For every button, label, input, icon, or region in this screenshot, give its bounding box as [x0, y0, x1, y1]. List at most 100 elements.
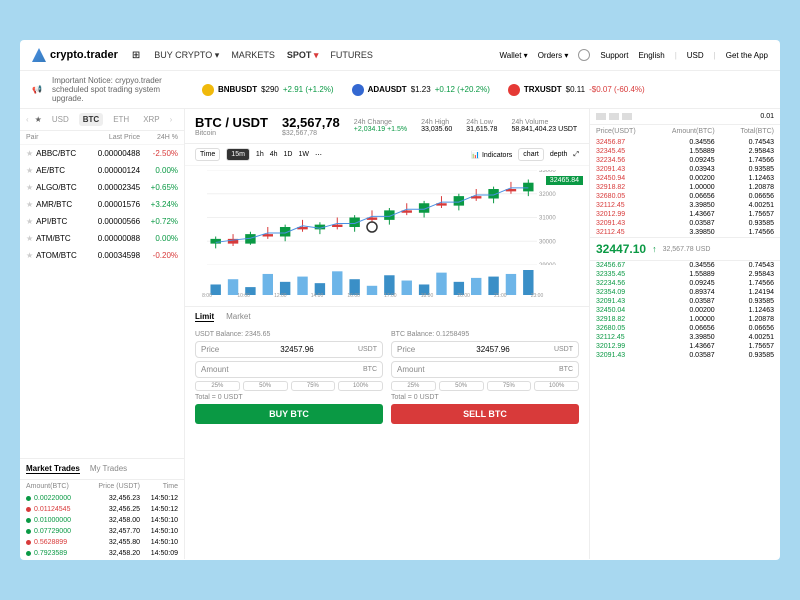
ask-row[interactable]: 32450.940.002001.12463	[590, 174, 780, 183]
nav-right: Wallet ▾ Orders ▾ Support English| USD| …	[500, 49, 768, 61]
pct-button[interactable]: 50%	[243, 381, 288, 391]
nav-spot[interactable]: SPOT ▾	[287, 50, 319, 61]
mode-chart[interactable]: chart	[518, 148, 544, 161]
mode-depth[interactable]: depth	[550, 151, 568, 158]
ask-row[interactable]: 32456.870.345560.74543	[590, 138, 780, 147]
tab-market-trades[interactable]: Market Trades	[26, 464, 80, 474]
pct-button[interactable]: 25%	[195, 381, 240, 391]
nav-markets[interactable]: MARKETS	[231, 50, 275, 61]
tab-eth[interactable]: ETH	[109, 113, 133, 126]
pct-button[interactable]: 100%	[338, 381, 383, 391]
bid-row[interactable]: 32091.430.035870.93585	[590, 297, 780, 306]
tab-xrp[interactable]: XRP	[139, 113, 163, 126]
ticker-item[interactable]: TRXUSDT $0.11 -$0.07 (-60.4%)	[508, 84, 645, 96]
chart-area[interactable]: 32465.84 2900030000310003200033000 8:001…	[185, 166, 589, 306]
indicators-button[interactable]: 📊 Indicators	[471, 151, 512, 159]
ask-row[interactable]: 32918.821.000001.20878	[590, 183, 780, 192]
pair-row[interactable]: ★AE/BTC0.000001240.00%	[20, 162, 184, 179]
chevron-right-icon[interactable]: ›	[170, 115, 173, 124]
sell-price-input[interactable]: PriceUSDT	[391, 341, 579, 358]
star-icon[interactable]: ★	[26, 234, 33, 243]
precision-select[interactable]: 0.01	[760, 113, 774, 120]
ask-row[interactable]: 32112.453.398501.74566	[590, 228, 780, 237]
ask-row[interactable]: 32012.991.436671.75657	[590, 210, 780, 219]
bid-row[interactable]: 32354.090.893741.24194	[590, 288, 780, 297]
interval-4h[interactable]: 4h	[270, 151, 278, 158]
sell-button[interactable]: SELL BTC	[391, 404, 579, 424]
star-icon[interactable]: ★	[26, 166, 33, 175]
support-link[interactable]: Support	[600, 51, 628, 60]
bid-row[interactable]: 32091.430.035870.93585	[590, 351, 780, 360]
nav-buy-crypto[interactable]: BUY CRYPTO ▾	[154, 50, 219, 61]
orderbook-view-icons[interactable]	[596, 113, 632, 120]
ticker-item[interactable]: BNBUSDT $290 +2.91 (+1.2%)	[202, 84, 334, 96]
pair-row[interactable]: ★ATOM/BTC0.00034598-0.20%	[20, 247, 184, 264]
ask-row[interactable]: 32091.430.039430.93585	[590, 165, 780, 174]
bid-row[interactable]: 32450.040.002001.12463	[590, 306, 780, 315]
pair-row[interactable]: ★AMR/BTC0.00001576+3.24%	[20, 196, 184, 213]
ask-row[interactable]: 32234.560.092451.74566	[590, 156, 780, 165]
col-price[interactable]: Last Price	[83, 134, 140, 141]
tab-usd[interactable]: USD	[48, 113, 73, 126]
buy-amount-input[interactable]: AmountBTC	[195, 361, 383, 378]
orders-menu[interactable]: Orders ▾	[538, 51, 569, 60]
language-select[interactable]: English	[638, 51, 664, 60]
ticker-item[interactable]: ADAUSDT $1.23 +0.12 (+20.2%)	[352, 84, 490, 96]
pct-button[interactable]: 75%	[487, 381, 532, 391]
pct-button[interactable]: 50%	[439, 381, 484, 391]
pct-button[interactable]: 75%	[291, 381, 336, 391]
ask-row[interactable]: 32112.453.398504.00251	[590, 201, 780, 210]
star-icon[interactable]: ★	[26, 200, 33, 209]
currency-select[interactable]: USD	[687, 51, 704, 60]
buy-button[interactable]: BUY BTC	[195, 404, 383, 424]
tab-market[interactable]: Market	[226, 312, 250, 322]
bid-row[interactable]: 32456.670.345560.74543	[590, 261, 780, 270]
chevron-left-icon[interactable]: ‹	[26, 115, 29, 124]
pair-row[interactable]: ★ALGO/BTC0.00002345+0.65%	[20, 179, 184, 196]
logo[interactable]: crypto.trader	[32, 48, 118, 62]
sell-amount-field[interactable]	[432, 365, 559, 374]
buy-amount-field[interactable]	[236, 365, 363, 374]
nav-futures[interactable]: FUTURES	[330, 50, 373, 61]
wallet-menu[interactable]: Wallet ▾	[500, 51, 528, 60]
col-change[interactable]: 24H %	[140, 134, 178, 141]
star-icon[interactable]: ★	[26, 183, 33, 192]
interval-1w[interactable]: 1W	[298, 151, 309, 158]
star-icon[interactable]: ★	[35, 115, 42, 124]
get-app-link[interactable]: Get the App	[726, 51, 768, 60]
more-icon[interactable]: ⋯	[315, 151, 322, 159]
bid-row[interactable]: 32335.451.558892.95843	[590, 270, 780, 279]
star-icon[interactable]: ★	[26, 251, 33, 260]
star-icon[interactable]: ★	[26, 149, 33, 158]
bid-row[interactable]: 32012.991.436671.75657	[590, 342, 780, 351]
buy-price-input[interactable]: PriceUSDT	[195, 341, 383, 358]
user-icon[interactable]	[578, 49, 590, 61]
ask-row[interactable]: 32680.050.066560.06656	[590, 192, 780, 201]
tab-my-trades[interactable]: My Trades	[90, 464, 127, 474]
sell-amount-input[interactable]: AmountBTC	[391, 361, 579, 378]
bid-row[interactable]: 32918.821.000001.20878	[590, 315, 780, 324]
star-icon[interactable]: ★	[26, 217, 33, 226]
interval-1h[interactable]: 1h	[256, 151, 264, 158]
ask-row[interactable]: 32345.451.558892.95843	[590, 147, 780, 156]
col-pair[interactable]: Pair	[26, 134, 83, 141]
buy-price-field[interactable]	[236, 345, 358, 354]
interval-15m[interactable]: 15m	[226, 148, 250, 161]
trades-tabs: Market Trades My Trades	[20, 458, 184, 480]
ask-row[interactable]: 32091.430.035870.93585	[590, 219, 780, 228]
expand-icon[interactable]: ⤢	[573, 151, 579, 159]
bid-row[interactable]: 32112.453.398504.00251	[590, 333, 780, 342]
pair-row[interactable]: ★API/BTC0.00000566+0.72%	[20, 213, 184, 230]
tab-limit[interactable]: Limit	[195, 312, 214, 322]
tab-btc[interactable]: BTC	[79, 113, 103, 126]
pair-row[interactable]: ★ABBC/BTC0.00000488-2.50%	[20, 145, 184, 162]
pct-button[interactable]: 100%	[534, 381, 579, 391]
interval-1d[interactable]: 1D	[284, 151, 293, 158]
pct-button[interactable]: 25%	[391, 381, 436, 391]
grid-icon[interactable]: ⊞	[132, 50, 140, 61]
pair-row[interactable]: ★ATM/BTC0.000000880.00%	[20, 230, 184, 247]
bid-row[interactable]: 32680.050.066560.06656	[590, 324, 780, 333]
ob-col-amount: Amount(BTC)	[655, 128, 714, 135]
bid-row[interactable]: 32234.560.092451.74566	[590, 279, 780, 288]
sell-price-field[interactable]	[432, 345, 554, 354]
